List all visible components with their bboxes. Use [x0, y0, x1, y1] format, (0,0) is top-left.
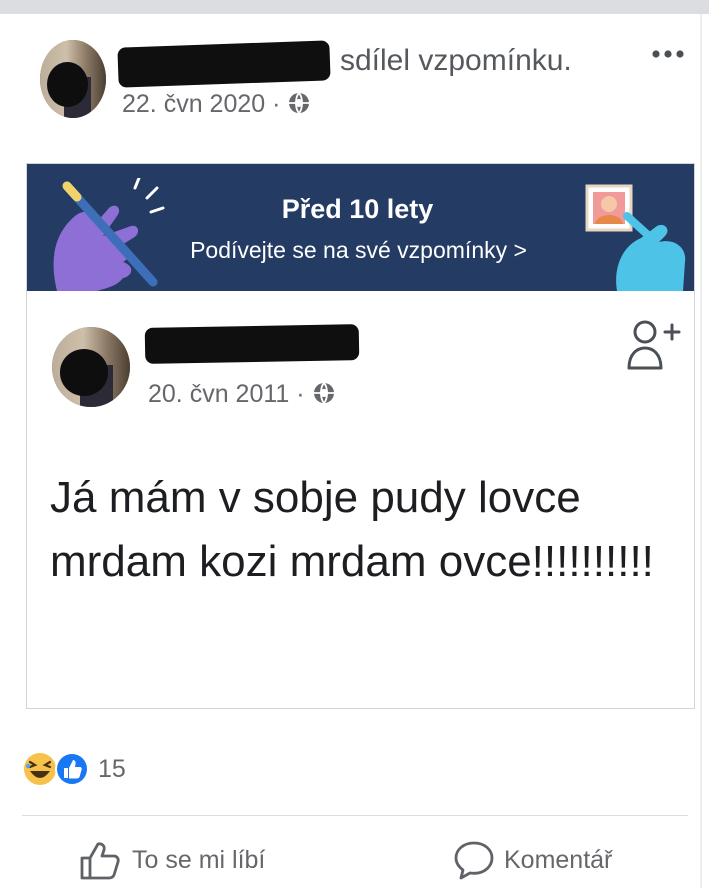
reaction-icons[interactable] [22, 750, 94, 788]
inner-post-date[interactable]: 20. čvn 2011 · [148, 380, 336, 409]
like-button[interactable]: To se mi líbí [78, 838, 298, 882]
like-label: To se mi líbí [132, 846, 266, 874]
inner-post-date-text: 20. čvn 2011 · [148, 380, 305, 408]
redacted-inner-author-name[interactable] [144, 324, 360, 364]
post-text: Já mám v sobje pudy lovce mrdam kozi mrd… [50, 473, 654, 586]
shared-memory-text: sdílel vzpomínku. [340, 44, 572, 77]
memory-card[interactable]: Před 10 lety Podívejte se na své vzpomín… [26, 163, 695, 709]
inner-avatar[interactable] [52, 327, 130, 407]
redacted-author-name[interactable] [117, 40, 331, 88]
comment-icon [454, 841, 494, 880]
avatar[interactable] [40, 40, 106, 118]
globe-icon [313, 382, 334, 404]
photo-hand-illustration [585, 184, 686, 291]
follow-icon[interactable] [625, 318, 681, 372]
post-date-text: 22. čvn 2020 · [122, 90, 281, 118]
like-reaction-icon [55, 752, 89, 786]
facebook-post-page: sdílel vzpomínku. 22. čvn 2020 · Před 10… [0, 0, 709, 888]
more-icon[interactable] [648, 42, 688, 66]
post-date[interactable]: 22. čvn 2020 · [122, 90, 311, 119]
divider [22, 815, 688, 816]
globe-icon [289, 92, 310, 114]
memory-banner[interactable]: Před 10 lety Podívejte se na své vzpomín… [27, 164, 694, 291]
comment-label: Komentář [504, 846, 613, 874]
comment-button[interactable]: Komentář [452, 838, 672, 882]
haha-reaction-icon [24, 753, 56, 785]
top-bar [0, 0, 709, 14]
like-icon [80, 842, 120, 880]
reaction-count[interactable]: 15 [98, 755, 126, 784]
scroll-edge [700, 14, 702, 888]
